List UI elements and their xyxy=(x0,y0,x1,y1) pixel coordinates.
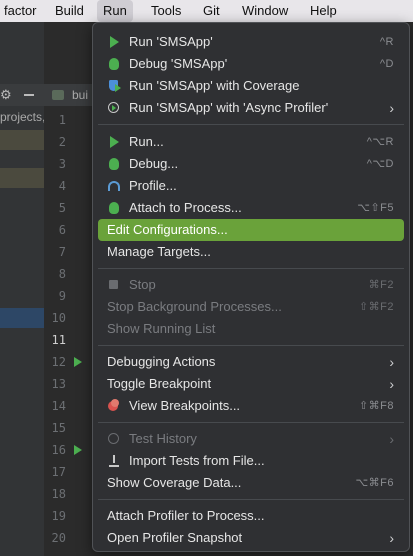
minimize-icon[interactable] xyxy=(24,94,34,96)
line-number: 1 xyxy=(58,113,66,127)
menu-item-debug[interactable]: Debug... ^⌥D xyxy=(98,153,404,175)
submenu-arrow-icon: › xyxy=(389,354,394,370)
line-number: 12 xyxy=(51,355,66,369)
menu-item-open-profiler-snapshot[interactable]: Open Profiler Snapshot › xyxy=(98,527,404,549)
debug-bug-icon xyxy=(107,57,121,71)
submenu-arrow-icon: › xyxy=(389,431,394,447)
stop-icon xyxy=(107,278,121,292)
profiler-run-icon xyxy=(107,101,121,115)
menu-tools[interactable]: Tools xyxy=(145,0,187,22)
menu-item-test-history[interactable]: Test History › xyxy=(98,428,404,450)
menu-item-attach-to-process[interactable]: Attach to Process... ⌥⇧F5 xyxy=(98,197,404,219)
menu-item-debugging-actions[interactable]: Debugging Actions › xyxy=(98,351,404,373)
line-number: 5 xyxy=(58,201,66,215)
menu-item-edit-configurations[interactable]: Edit Configurations... xyxy=(98,219,404,241)
debug-bug-icon xyxy=(107,157,121,171)
line-number: 7 xyxy=(58,245,66,259)
submenu-arrow-icon: › xyxy=(389,530,394,546)
attach-bug-icon xyxy=(107,201,121,215)
line-number: 4 xyxy=(58,179,66,193)
run-menu-dropdown: Run 'SMSApp' ^R Debug 'SMSApp' ^D Run 'S… xyxy=(92,22,410,552)
coverage-icon xyxy=(107,79,121,93)
menu-item-show-coverage-data[interactable]: Show Coverage Data... ⌥⌘F6 xyxy=(98,472,404,494)
menu-item-profile[interactable]: Profile... xyxy=(98,175,404,197)
menu-separator xyxy=(98,268,404,269)
project-tree-row-selected[interactable] xyxy=(0,308,44,328)
profile-gauge-icon xyxy=(107,179,121,193)
submenu-arrow-icon: › xyxy=(389,100,394,116)
menu-item-run-smsapp[interactable]: Run 'SMSApp' ^R xyxy=(98,31,404,53)
menu-git[interactable]: Git xyxy=(197,0,226,22)
gutter-run-icon[interactable] xyxy=(74,445,82,455)
breakpoints-icon xyxy=(107,399,121,413)
menu-item-debug-smsapp[interactable]: Debug 'SMSApp' ^D xyxy=(98,53,404,75)
menu-separator xyxy=(98,422,404,423)
line-number: 2 xyxy=(58,135,66,149)
run-icon xyxy=(107,135,121,149)
editor-tab-label: bui xyxy=(72,88,89,102)
menu-item-view-breakpoints[interactable]: View Breakpoints... ⇧⌘F8 xyxy=(98,395,404,417)
line-number: 14 xyxy=(51,399,66,413)
menu-item-attach-profiler[interactable]: Attach Profiler to Process... xyxy=(98,505,404,527)
line-number: 3 xyxy=(58,157,66,171)
menu-item-run-with-coverage[interactable]: Run 'SMSApp' with Coverage xyxy=(98,75,404,97)
run-icon xyxy=(107,35,121,49)
line-number: 15 xyxy=(51,421,66,435)
line-number: 10 xyxy=(51,311,66,325)
gutter-run-icon[interactable] xyxy=(74,357,82,367)
project-toolbar: ⚙ xyxy=(0,84,44,106)
line-number: 13 xyxy=(51,377,66,391)
line-number: 8 xyxy=(58,267,66,281)
menu-separator xyxy=(98,345,404,346)
line-number: 16 xyxy=(51,443,66,457)
submenu-arrow-icon: › xyxy=(389,376,394,392)
line-number: 19 xyxy=(51,509,66,523)
menu-window[interactable]: Window xyxy=(236,0,294,22)
editor-tab[interactable]: bui xyxy=(44,84,94,106)
line-number: 6 xyxy=(58,223,66,237)
gear-icon[interactable]: ⚙ xyxy=(0,87,12,103)
project-path-text: projects, xyxy=(0,110,44,124)
line-number-current: 11 xyxy=(51,333,66,347)
line-number: 20 xyxy=(51,531,66,545)
project-tree-row-highlight[interactable] xyxy=(0,168,44,188)
menu-build[interactable]: Build xyxy=(49,0,90,22)
project-tree-row[interactable]: projects, xyxy=(0,108,44,128)
menu-item-import-tests[interactable]: Import Tests from File... xyxy=(98,450,404,472)
menu-item-manage-targets[interactable]: Manage Targets... xyxy=(98,241,404,263)
import-icon xyxy=(107,454,121,468)
project-tree-row-highlight[interactable] xyxy=(0,130,44,150)
menu-item-run[interactable]: Run... ^⌥R xyxy=(98,131,404,153)
menu-separator xyxy=(98,499,404,500)
menu-item-run-async-profiler[interactable]: Run 'SMSApp' with 'Async Profiler' › xyxy=(98,97,404,119)
file-icon xyxy=(52,90,64,100)
menu-separator xyxy=(98,124,404,125)
menu-item-toggle-breakpoint[interactable]: Toggle Breakpoint › xyxy=(98,373,404,395)
menu-help[interactable]: Help xyxy=(304,0,343,22)
history-clock-icon xyxy=(107,432,121,446)
menu-run[interactable]: Run xyxy=(97,0,133,22)
menu-item-show-running-list[interactable]: Show Running List xyxy=(98,318,404,340)
line-number: 18 xyxy=(51,487,66,501)
menu-refactor[interactable]: factor xyxy=(0,0,43,22)
menu-item-stop-background[interactable]: Stop Background Processes... ⇧⌘F2 xyxy=(98,296,404,318)
menu-item-stop[interactable]: Stop ⌘F2 xyxy=(98,274,404,296)
menu-bar: factor Build Run Tools Git Window Help xyxy=(0,0,413,22)
line-number: 9 xyxy=(58,289,66,303)
line-number: 17 xyxy=(51,465,66,479)
